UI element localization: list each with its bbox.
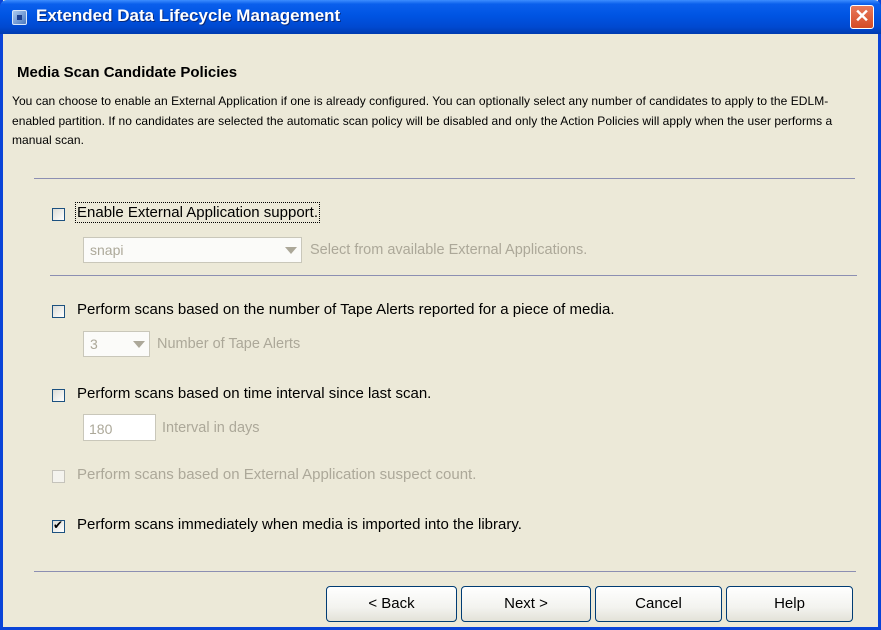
suspect-count-checkbox bbox=[52, 470, 65, 483]
chevron-down-icon bbox=[285, 247, 297, 254]
interval-days-hint: Interval in days bbox=[162, 420, 260, 436]
external-app-select[interactable]: snapi bbox=[83, 237, 302, 263]
title-bar[interactable]: Extended Data Lifecycle Management ✕ bbox=[0, 0, 881, 34]
suspect-count-label: Perform scans based on External Applicat… bbox=[77, 466, 477, 483]
dialog-content: Media Scan Candidate Policies You can ch… bbox=[3, 34, 878, 627]
separator bbox=[34, 178, 855, 179]
separator bbox=[50, 275, 857, 276]
separator bbox=[34, 571, 856, 572]
external-app-hint: Select from available External Applicati… bbox=[310, 242, 588, 258]
app-icon bbox=[12, 10, 27, 25]
on-import-checkbox[interactable] bbox=[52, 518, 65, 533]
interval-days-input[interactable]: 180 bbox=[83, 414, 156, 441]
section-description: You can choose to enable an External App… bbox=[12, 94, 833, 147]
tape-alerts-label[interactable]: Perform scans based on the number of Tap… bbox=[77, 301, 615, 318]
chevron-down-icon bbox=[133, 341, 145, 348]
tape-alerts-hint: Number of Tape Alerts bbox=[157, 336, 301, 352]
cancel-button[interactable]: Cancel bbox=[595, 586, 722, 622]
time-interval-checkbox[interactable] bbox=[52, 389, 65, 402]
external-app-select-value: snapi bbox=[90, 242, 124, 258]
interval-days-value: 180 bbox=[89, 421, 113, 437]
external-app-checkbox[interactable] bbox=[52, 208, 65, 221]
external-app-label[interactable]: Enable External Application support. bbox=[75, 202, 320, 223]
next-button[interactable]: Next > bbox=[461, 586, 591, 622]
time-interval-label[interactable]: Perform scans based on time interval sin… bbox=[77, 385, 431, 402]
back-button[interactable]: < Back bbox=[326, 586, 457, 622]
tape-alerts-select[interactable]: 3 bbox=[83, 331, 150, 357]
help-button[interactable]: Help bbox=[726, 586, 853, 622]
edlm-dialog: Extended Data Lifecycle Management ✕ Med… bbox=[0, 0, 881, 630]
close-button[interactable]: ✕ bbox=[850, 5, 874, 29]
tape-alerts-checkbox[interactable] bbox=[52, 305, 65, 318]
section-title: Media Scan Candidate Policies bbox=[17, 64, 238, 81]
tape-alerts-select-value: 3 bbox=[90, 336, 98, 352]
on-import-label[interactable]: Perform scans immediately when media is … bbox=[77, 516, 522, 533]
window-title: Extended Data Lifecycle Management bbox=[36, 6, 341, 25]
